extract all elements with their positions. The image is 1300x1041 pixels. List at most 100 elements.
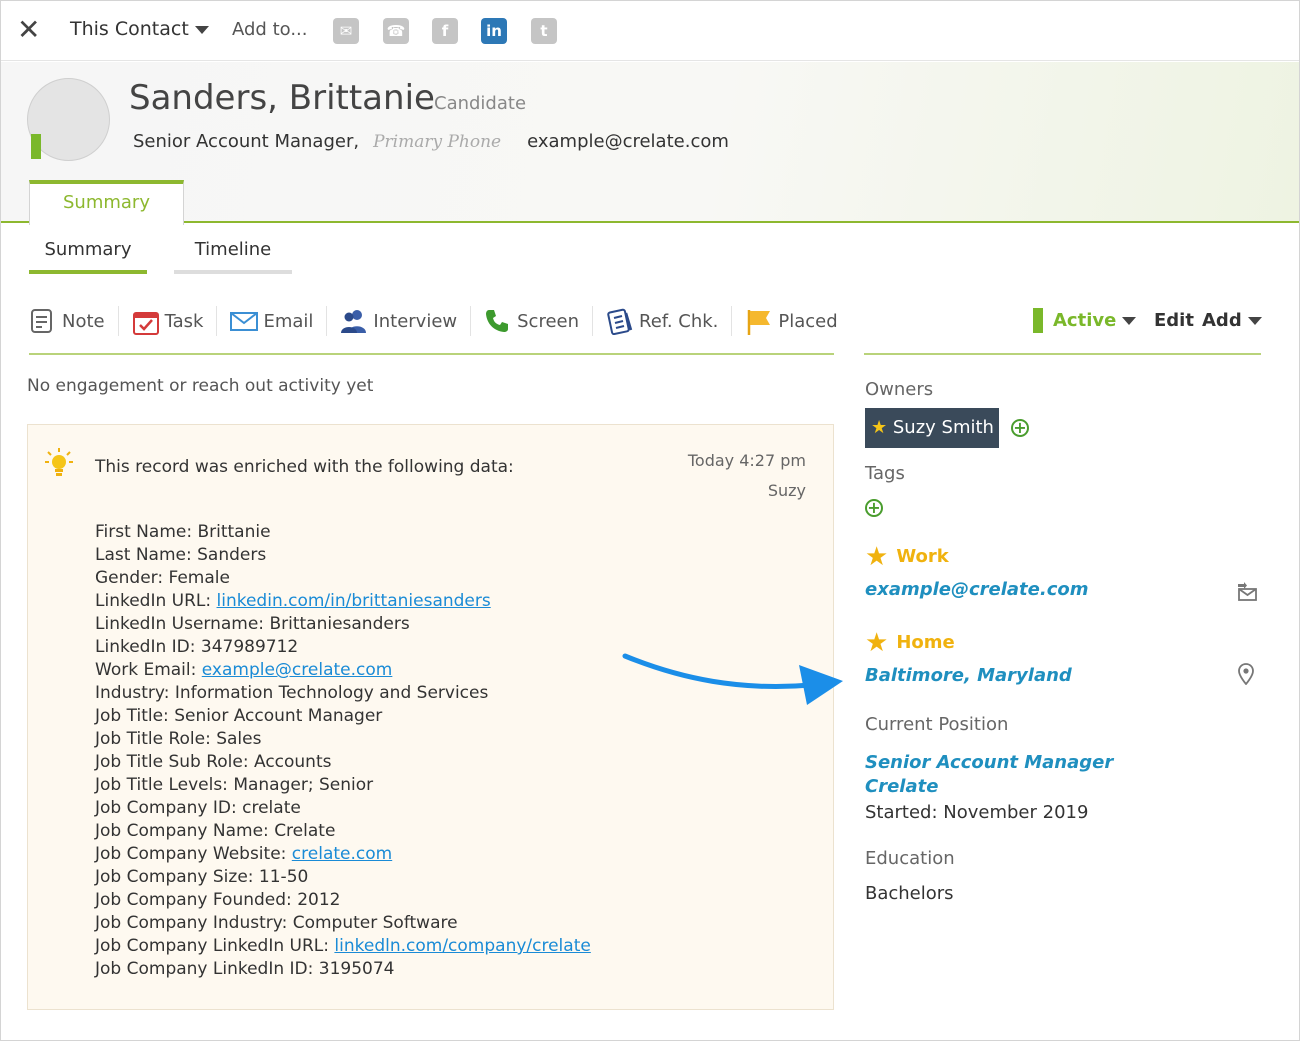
primary-phone-field[interactable]: Primary Phone bbox=[373, 132, 501, 152]
send-mail-icon[interactable] bbox=[1236, 582, 1258, 606]
enrichment-user: Suzy bbox=[767, 481, 806, 500]
status-label: Active bbox=[1053, 310, 1117, 331]
field-label: LinkedIn URL: bbox=[95, 591, 212, 611]
education-value: Bachelors bbox=[865, 883, 954, 904]
position-started: Started: November 2019 bbox=[865, 802, 1089, 823]
contact-email[interactable]: example@crelate.com bbox=[527, 131, 729, 152]
linkedin-icon[interactable]: in bbox=[481, 18, 507, 44]
enrichment-title: This record was enriched with the follow… bbox=[95, 457, 514, 477]
add-label: Add bbox=[1202, 310, 1242, 331]
field-value: 347989712 bbox=[200, 637, 299, 657]
subtab-summary[interactable]: Summary bbox=[29, 239, 147, 274]
map-pin-icon[interactable] bbox=[1238, 663, 1254, 689]
flag-icon bbox=[745, 308, 771, 335]
status-indicator bbox=[31, 134, 41, 159]
reference-check-button[interactable]: Ref. Chk. bbox=[593, 306, 733, 336]
interview-button[interactable]: Interview bbox=[327, 306, 472, 336]
placed-button[interactable]: Placed bbox=[732, 306, 850, 336]
add-to-button[interactable]: Add to... bbox=[232, 19, 308, 40]
subtab-timeline[interactable]: Timeline bbox=[174, 239, 292, 274]
contact-header: Sanders, Brittanie Candidate Senior Acco… bbox=[1, 62, 1299, 225]
facebook-icon[interactable]: f bbox=[432, 18, 458, 44]
divider bbox=[864, 353, 1261, 355]
enrichment-field-row: Job Title Levels: Manager; Senior bbox=[95, 774, 591, 797]
field-label: Job Company Website: bbox=[95, 844, 287, 864]
interview-label: Interview bbox=[373, 310, 458, 332]
email-button[interactable]: Email bbox=[217, 306, 328, 336]
this-contact-menu[interactable]: This Contact bbox=[70, 18, 209, 40]
reference-check-label: Ref. Chk. bbox=[639, 310, 719, 332]
enrichment-field-row: Job Company Industry: Computer Software bbox=[95, 912, 591, 935]
add-menu[interactable]: Add bbox=[1202, 310, 1262, 331]
action-bar: Note Task Email Interview Screen Ref. Ch bbox=[29, 305, 851, 337]
star-icon: ★ bbox=[865, 542, 889, 572]
field-value: 2012 bbox=[297, 890, 341, 910]
home-location-link[interactable]: Baltimore, Maryland bbox=[865, 665, 1072, 686]
field-label: LinkedIn Username: bbox=[95, 614, 265, 634]
field-value: Brittanie bbox=[197, 522, 271, 542]
enrichment-card: This record was enriched with the follow… bbox=[27, 424, 834, 1010]
work-label-text: Work bbox=[896, 546, 949, 567]
position-company-link[interactable]: Crelate bbox=[865, 776, 938, 797]
field-value: Senior Account Manager bbox=[174, 706, 383, 726]
add-owner-icon[interactable]: + bbox=[1011, 419, 1029, 437]
close-icon[interactable]: ✕ bbox=[17, 15, 40, 45]
enrichment-field-row: Job Title Sub Role: Accounts bbox=[95, 751, 591, 774]
edit-button[interactable]: Edit bbox=[1154, 310, 1194, 331]
enrichment-field-row: Job Company ID: crelate bbox=[95, 797, 591, 820]
current-position-label: Current Position bbox=[865, 714, 1009, 735]
position-title-link[interactable]: Senior Account Manager bbox=[865, 752, 1113, 773]
note-icon bbox=[29, 308, 55, 334]
phone-handset-icon bbox=[484, 308, 510, 334]
enrichment-field-row: Job Company Size: 11-50 bbox=[95, 866, 591, 889]
field-label: Job Company LinkedIn ID: bbox=[95, 959, 314, 979]
field-label: Job Company Founded: bbox=[95, 890, 292, 910]
enrichment-field-row: Last Name: Sanders bbox=[95, 544, 591, 567]
field-link[interactable]: linkedin.com/in/brittaniesanders bbox=[217, 591, 491, 611]
status-dropdown[interactable]: Active bbox=[1033, 308, 1137, 333]
field-value: Accounts bbox=[253, 752, 332, 772]
work-email-link[interactable]: example@crelate.com bbox=[865, 579, 1089, 600]
tab-summary[interactable]: Summary bbox=[29, 180, 184, 225]
enrichment-timestamp: Today 4:27 pm bbox=[687, 451, 806, 470]
task-button[interactable]: Task bbox=[119, 306, 218, 336]
enrichment-field-row: Job Company LinkedIn URL: linkedln.com/c… bbox=[95, 935, 591, 958]
field-link[interactable]: linkedln.com/company/crelate bbox=[334, 936, 590, 956]
home-label-text: Home bbox=[896, 632, 955, 653]
contact-record-window: ✕ This Contact Add to... ✉ ☎ f in t Sand… bbox=[0, 0, 1300, 1041]
contact-subline: Senior Account Manager, Primary Phone exam… bbox=[133, 131, 729, 152]
field-value: Computer Software bbox=[292, 913, 458, 933]
field-value: Crelate bbox=[274, 821, 336, 841]
field-value: Sanders bbox=[197, 545, 267, 565]
owner-name: Suzy Smith bbox=[892, 417, 994, 438]
screen-button[interactable]: Screen bbox=[471, 306, 594, 336]
field-value: Sales bbox=[216, 729, 262, 749]
chevron-down-icon bbox=[1122, 316, 1137, 325]
field-label: First Name: bbox=[95, 522, 193, 542]
placed-label: Placed bbox=[778, 310, 838, 332]
note-button[interactable]: Note bbox=[29, 306, 119, 336]
twitter-icon[interactable]: t bbox=[531, 18, 557, 44]
field-value: crelate bbox=[242, 798, 301, 818]
field-value: Manager; Senior bbox=[233, 775, 374, 795]
envelope-icon bbox=[230, 308, 259, 334]
field-label: Last Name: bbox=[95, 545, 192, 565]
star-icon: ★ bbox=[871, 417, 888, 438]
field-label: Job Company Size: bbox=[95, 867, 254, 887]
this-contact-label: This Contact bbox=[70, 18, 189, 40]
field-link[interactable]: example@crelate.com bbox=[202, 660, 393, 680]
field-link[interactable]: crelate.com bbox=[292, 844, 392, 864]
field-label: LinkedIn ID: bbox=[95, 637, 196, 657]
work-label: ★ Work bbox=[865, 542, 949, 572]
task-label: Task bbox=[164, 310, 204, 332]
add-tag-icon[interactable]: + bbox=[865, 499, 883, 517]
field-label: Gender: bbox=[95, 568, 164, 588]
owner-chip[interactable]: ★ Suzy Smith bbox=[865, 408, 999, 448]
phone-icon[interactable]: ☎ bbox=[383, 18, 409, 44]
field-label: Job Title Sub Role: bbox=[95, 752, 249, 772]
enrichment-field-row: First Name: Brittanie bbox=[95, 521, 591, 544]
email-icon[interactable]: ✉ bbox=[333, 18, 359, 44]
field-label: Job Company ID: bbox=[95, 798, 237, 818]
field-value: Brittaniesanders bbox=[269, 614, 410, 634]
checklist-icon bbox=[606, 308, 633, 336]
